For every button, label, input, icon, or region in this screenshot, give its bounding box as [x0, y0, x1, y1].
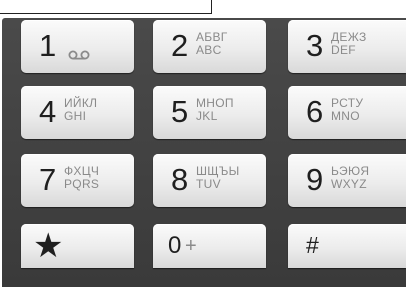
key-digit: 2 [171, 28, 189, 63]
key-5[interactable]: 5 МНОП JKL [153, 86, 266, 139]
key-digit: 9 [306, 162, 324, 197]
key-letters-en: MNO [331, 109, 360, 123]
key-2[interactable]: 2 АБВГ ABC [153, 20, 266, 73]
voicemail-icon [68, 47, 90, 60]
key-letters-en: DEF [331, 43, 356, 57]
key-letters-en: GHI [64, 109, 87, 123]
key-letters-en: PQRS [64, 177, 100, 191]
key-letters: ФХЦЧ PQRS [64, 165, 99, 191]
key-letters: РСТУ MNO [331, 97, 363, 123]
key-letters-en: TUV [196, 177, 221, 191]
dial-keypad: 1 2 АБВГ ABC 3 ДЕЖЗ DEF 4 ИЙКЛ GHI 5 МНО… [2, 18, 406, 287]
key-star[interactable]: ★ [21, 224, 134, 268]
key-digit: 7 [39, 162, 57, 197]
key-3[interactable]: 3 ДЕЖЗ DEF [288, 20, 406, 73]
key-digit: # [306, 232, 319, 258]
number-display[interactable] [0, 0, 212, 14]
key-hash[interactable]: # [288, 224, 406, 268]
key-letters: ИЙКЛ GHI [64, 97, 97, 123]
key-digit: 1 [39, 28, 57, 63]
key-8[interactable]: 8 ШЩЪЫ TUV [153, 154, 266, 207]
key-letters: АБВГ ABC [196, 31, 228, 57]
key-9[interactable]: 9 ЬЭЮЯ WXYZ [288, 154, 406, 207]
key-digit: 6 [306, 94, 324, 129]
key-6[interactable]: 6 РСТУ MNO [288, 86, 406, 139]
key-digit: 4 [39, 94, 57, 129]
key-letters: ДЕЖЗ DEF [331, 31, 367, 57]
key-letters-en: ABC [196, 43, 222, 57]
key-digit: 5 [171, 94, 189, 129]
plus-sign: + [185, 235, 197, 257]
key-4[interactable]: 4 ИЙКЛ GHI [21, 86, 134, 139]
key-digit: 0 [168, 232, 182, 259]
star-icon: ★ [33, 227, 64, 265]
key-7[interactable]: 7 ФХЦЧ PQRS [21, 154, 134, 207]
key-letters-en: JKL [196, 109, 218, 123]
key-1[interactable]: 1 [21, 20, 134, 73]
key-letters-en: WXYZ [331, 177, 367, 191]
dialer-screen: 1 2 АБВГ ABC 3 ДЕЖЗ DEF 4 ИЙКЛ GHI 5 МНО… [0, 0, 406, 287]
key-digit: 8 [171, 162, 189, 197]
key-0[interactable]: 0 + [153, 224, 266, 268]
key-letters: МНОП JKL [196, 97, 234, 123]
key-letters: ЬЭЮЯ WXYZ [331, 165, 369, 191]
key-digit: 3 [306, 28, 324, 63]
key-letters: ШЩЪЫ TUV [196, 165, 240, 191]
